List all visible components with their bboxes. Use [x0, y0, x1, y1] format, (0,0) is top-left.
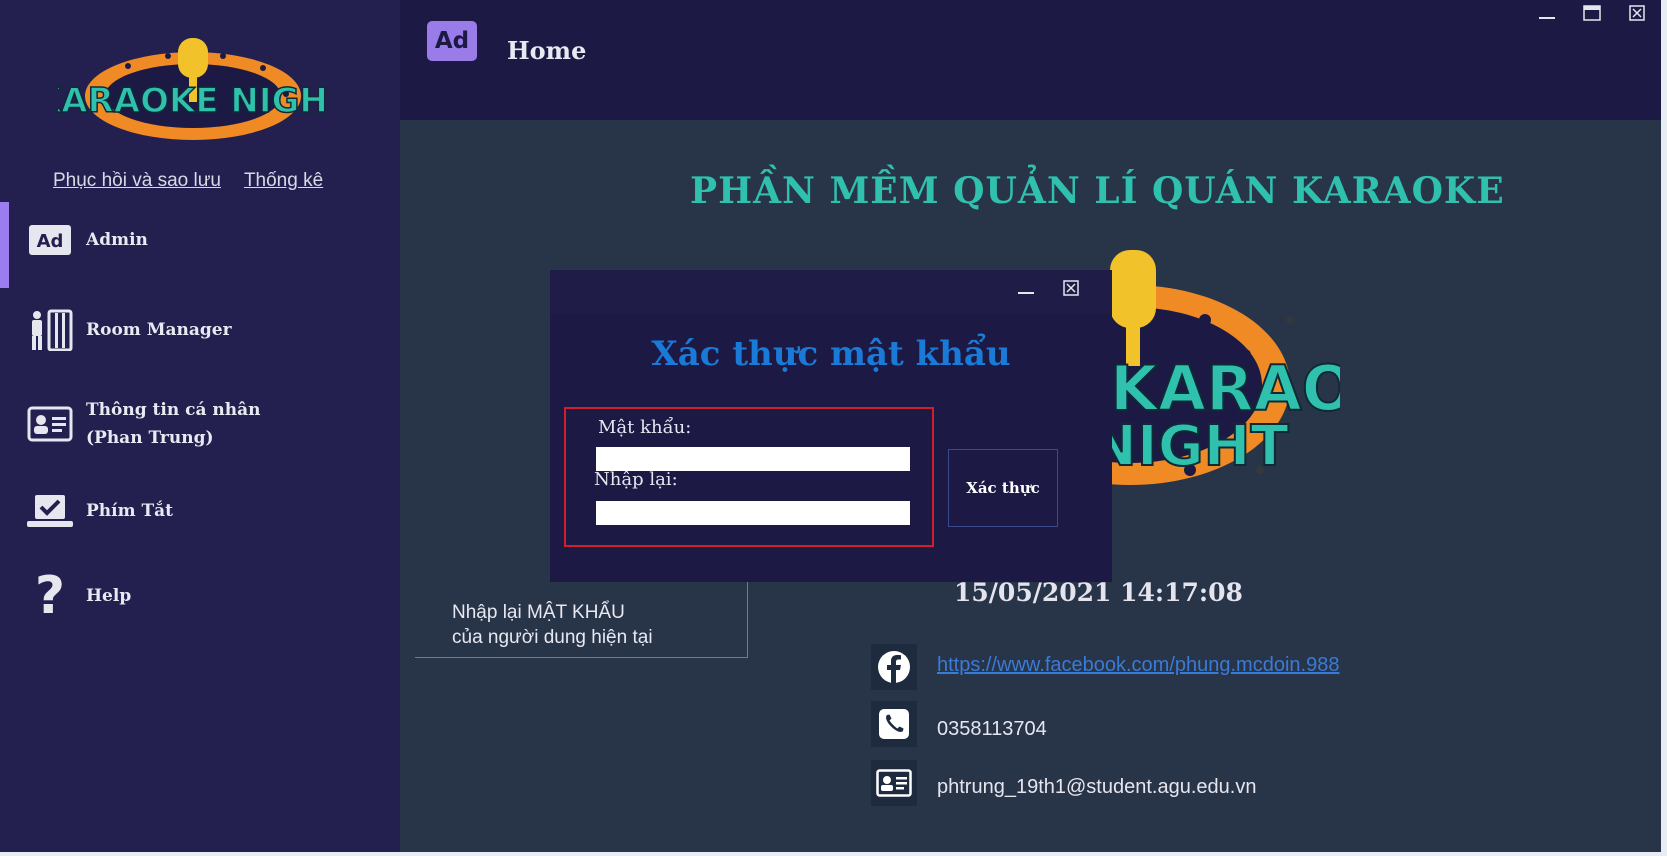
svg-text:Ad: Ad: [37, 231, 64, 252]
room-manager-icon: [26, 306, 74, 354]
facebook-url[interactable]: https://www.facebook.com/phung.mcdoin.98…: [937, 654, 1339, 676]
page-title: Home: [507, 36, 587, 65]
svg-text:NIGHT: NIGHT: [1090, 414, 1289, 479]
sidebar-item-label: Help: [86, 586, 132, 606]
window-bottom-edge: [0, 852, 1667, 856]
sidebar-item-label: Phím Tắt: [86, 501, 174, 521]
maximize-icon[interactable]: [1578, 2, 1606, 24]
sidebar-links: Phục hồi và sao lưu Thống kê: [53, 170, 341, 192]
phone-number: 0358113704: [937, 718, 1047, 740]
statistics-link[interactable]: Thống kê: [244, 170, 323, 191]
backup-restore-link[interactable]: Phục hồi và sao lưu: [53, 170, 221, 191]
phone-icon: [871, 701, 917, 747]
password-field[interactable]: [596, 447, 910, 471]
facebook-link[interactable]: https://www.facebook.com/phung.mcdoin.98…: [937, 654, 1339, 677]
sidebar-item-shortcuts[interactable]: Phím Tắt: [26, 487, 173, 535]
password-group: Mật khẩu: Nhập lại:: [564, 407, 934, 547]
dialog-close-icon[interactable]: [1058, 276, 1084, 300]
id-card-icon: [26, 400, 74, 448]
sidebar-item-label: Room Manager: [86, 320, 232, 340]
sidebar-item-help[interactable]: ? Help: [26, 566, 132, 626]
header-ad-badge: Ad: [427, 21, 477, 61]
retype-label: Nhập lại:: [594, 469, 678, 490]
confirm-button[interactable]: Xác thực: [948, 449, 1058, 527]
top-bar: [400, 0, 1661, 120]
annotation-underline: [415, 657, 748, 658]
app-title: PHẦN MỀM QUẢN LÍ QUÁN KARAOKE: [690, 170, 1505, 212]
annotation-text: Nhập lại MẬT KHẨU của người dung hiện tạ…: [452, 600, 653, 650]
window-right-edge: [1661, 0, 1667, 856]
current-datetime: 15/05/2021 14:17:08: [954, 578, 1243, 607]
sidebar-item-label: Admin: [86, 230, 148, 250]
close-icon[interactable]: [1623, 2, 1651, 24]
annotation-line-2: của người dung hiện tại: [452, 627, 653, 648]
password-verify-dialog: Xác thực mật khẩu Mật khẩu: Nhập lại: Xá…: [550, 270, 1112, 582]
ad-icon: Ad: [26, 216, 74, 264]
minimize-icon[interactable]: [1533, 2, 1561, 24]
dialog-title: Xác thực mật khẩu: [651, 334, 1011, 374]
shortcut-icon: [26, 487, 74, 535]
karaoke-night-logo: KARAOKE NIGHT: [58, 38, 328, 140]
sidebar-item-label: Thông tin cá nhân (Phan Trung): [86, 400, 261, 448]
logo-text: KARAOKE NIGHT: [58, 81, 328, 121]
password-label: Mật khẩu:: [598, 417, 692, 438]
facebook-icon: [871, 644, 917, 690]
annotation-line-1: Nhập lại MẬT KHẨU: [452, 602, 625, 623]
email-address: phtrung_19th1@student.agu.edu.vn: [937, 776, 1257, 798]
sidebar-item-room-manager[interactable]: Room Manager: [26, 306, 232, 354]
retype-password-field[interactable]: [596, 501, 910, 525]
active-indicator: [0, 202, 9, 288]
sidebar-item-personal-info[interactable]: Thông tin cá nhân (Phan Trung): [26, 396, 260, 452]
dialog-minimize-icon[interactable]: [1013, 276, 1039, 300]
sidebar-item-admin[interactable]: Ad Admin: [26, 216, 148, 264]
sidebar: KARAOKE NIGHT Phục hồi và sao lưu Thống …: [0, 0, 400, 856]
email-card-icon: [871, 760, 917, 806]
help-icon: ?: [34, 566, 66, 626]
